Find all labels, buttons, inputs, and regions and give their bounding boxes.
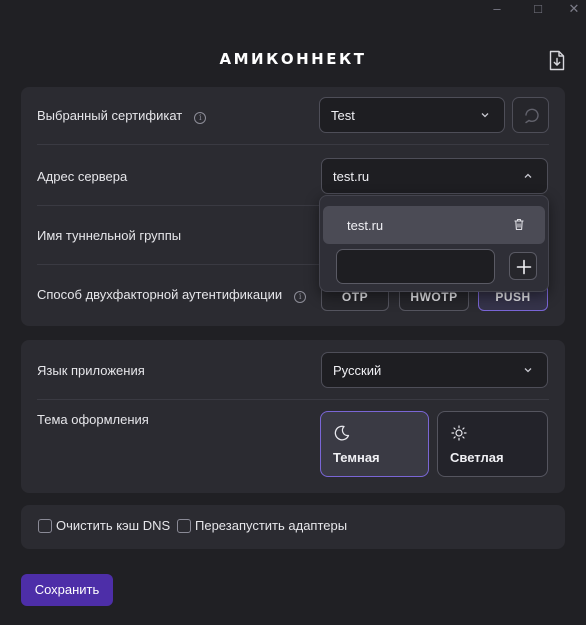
theme-light-button[interactable]: Светлая [437,411,548,477]
restart-adapters-label: Перезапустить адаптеры [195,518,348,533]
export-button[interactable] [548,50,566,71]
preferences-card: Язык приложения Русский Тема оформления … [21,340,565,493]
export-icon [549,50,565,71]
server-option-label: test.ru [347,218,384,233]
app-logo: АМИКОННЕКТ [219,50,367,68]
refresh-button[interactable] [512,97,549,133]
clear-dns-checkbox[interactable] [38,518,52,533]
restart-adapters-checkbox[interactable] [177,518,191,533]
maximize-button[interactable]: □ [526,2,550,18]
chevron-up-icon [524,173,532,178]
clear-dns-option[interactable]: Очистить кэш DNS [38,518,170,533]
theme-light-label: Светлая [450,450,504,465]
trash-icon[interactable] [513,218,525,231]
theme-label: Тема оформления [37,412,149,427]
certificate-label: Выбранный сертификат [37,108,183,123]
info-icon[interactable]: i [294,291,307,303]
two-factor-row: Способ двухфакторной аутентификации i [37,287,307,303]
server-select[interactable]: test.ru [321,158,548,194]
certificate-select[interactable]: Test [319,97,505,133]
server-option[interactable]: test.ru [323,206,545,244]
two-factor-label: Способ двухфакторной аутентификации [37,287,283,302]
language-label: Язык приложения [37,363,145,378]
title-bar: – □ ✕ [0,0,586,22]
save-button[interactable]: Сохранить [21,574,113,606]
certificate-value: Test [331,107,355,123]
theme-dark-label: Темная [333,450,380,465]
clear-dns-label: Очистить кэш DNS [56,518,171,533]
tunnel-group-label: Имя туннельной группы [37,228,182,243]
sun-icon [451,425,467,441]
refresh-icon [525,108,539,124]
divider [37,399,549,400]
language-select[interactable]: Русский [321,352,548,388]
divider [37,144,549,145]
server-dropdown: test.ru [319,195,549,292]
moon-icon [334,425,350,441]
close-button[interactable]: ✕ [562,2,586,18]
certificate-row: Выбранный сертификат i [37,108,207,124]
server-label: Адрес сервера [37,169,128,184]
info-icon[interactable]: i [194,112,207,124]
minimize-button[interactable]: – [485,2,509,18]
plus-icon [516,259,532,275]
add-server-button[interactable] [509,252,537,280]
chevron-down-icon [481,113,489,118]
server-value: test.ru [333,168,370,184]
chevron-down-icon [524,368,532,373]
theme-dark-button[interactable]: Темная [320,411,429,477]
new-server-input[interactable] [336,249,495,284]
language-value: Русский [333,362,382,378]
restart-adapters-option[interactable]: Перезапустить адаптеры [177,518,347,533]
